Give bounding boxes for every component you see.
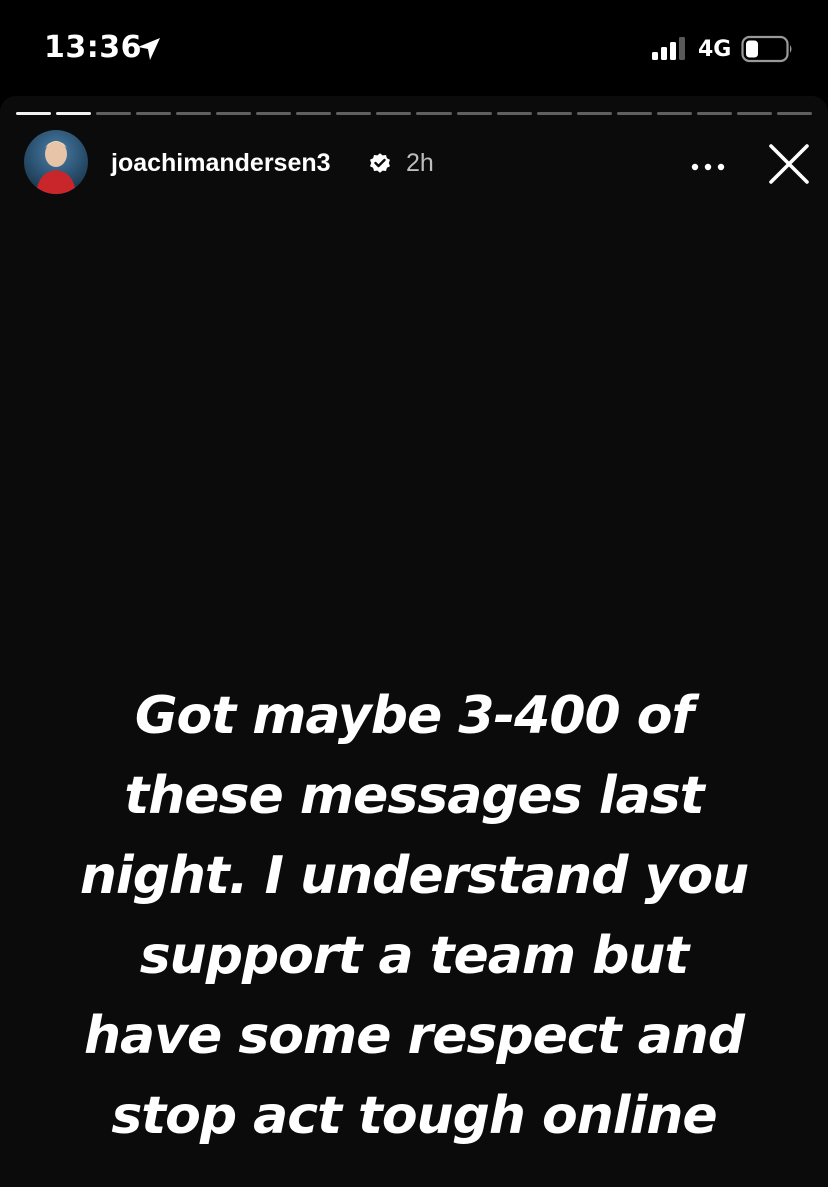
story-viewer[interactable]: joachimandersen3 2h Got maybe 3-400 of t… [0, 96, 828, 1187]
story-progress-segment [616, 112, 652, 115]
story-progress-segment [656, 112, 692, 115]
story-header: joachimandersen3 2h [0, 130, 828, 196]
story-progress-segment [456, 112, 492, 115]
story-progress-segment [696, 112, 732, 115]
story-username[interactable]: joachimandersen3 [111, 149, 331, 178]
story-progress-segment [16, 112, 52, 115]
story-timestamp: 2h [406, 149, 434, 177]
story-progress-segment [96, 112, 132, 115]
story-progress-bar [16, 112, 812, 115]
story-text-overlay: Got maybe 3-400 of these messages last n… [40, 676, 788, 1156]
avatar[interactable] [24, 130, 88, 194]
status-bar: 13:36 4G [0, 0, 828, 96]
story-text-line: night. I understand you [79, 846, 749, 906]
network-type: 4G [698, 37, 732, 62]
verified-badge-icon [368, 151, 392, 180]
story-progress-segment [496, 112, 532, 115]
story-progress-segment [176, 112, 212, 115]
story-progress-segment [376, 112, 412, 115]
story-progress-segment [56, 112, 92, 115]
story-text-line: stop act tough online [111, 1086, 717, 1146]
story-progress-segment [216, 112, 252, 115]
status-time: 13:36 [44, 30, 142, 65]
story-progress-segment [736, 112, 772, 115]
battery-icon [741, 35, 795, 68]
story-progress-segment [776, 112, 812, 115]
story-progress-segment [256, 112, 292, 115]
story-text-line: Got maybe 3-400 of [134, 686, 694, 746]
story-progress-segment [336, 112, 372, 115]
story-progress-segment [416, 112, 452, 115]
story-progress-segment [296, 112, 332, 115]
story-progress-segment [576, 112, 612, 115]
story-progress-segment [536, 112, 572, 115]
story-progress-segment [136, 112, 172, 115]
story-text-line: these messages last [124, 766, 704, 826]
story-text-line: support a team but [139, 926, 690, 986]
more-options-icon[interactable] [691, 158, 725, 176]
story-text-line: have some respect and [83, 1006, 745, 1066]
location-arrow-icon [136, 36, 162, 67]
close-icon[interactable] [768, 143, 810, 190]
signal-bars-icon [652, 37, 690, 66]
